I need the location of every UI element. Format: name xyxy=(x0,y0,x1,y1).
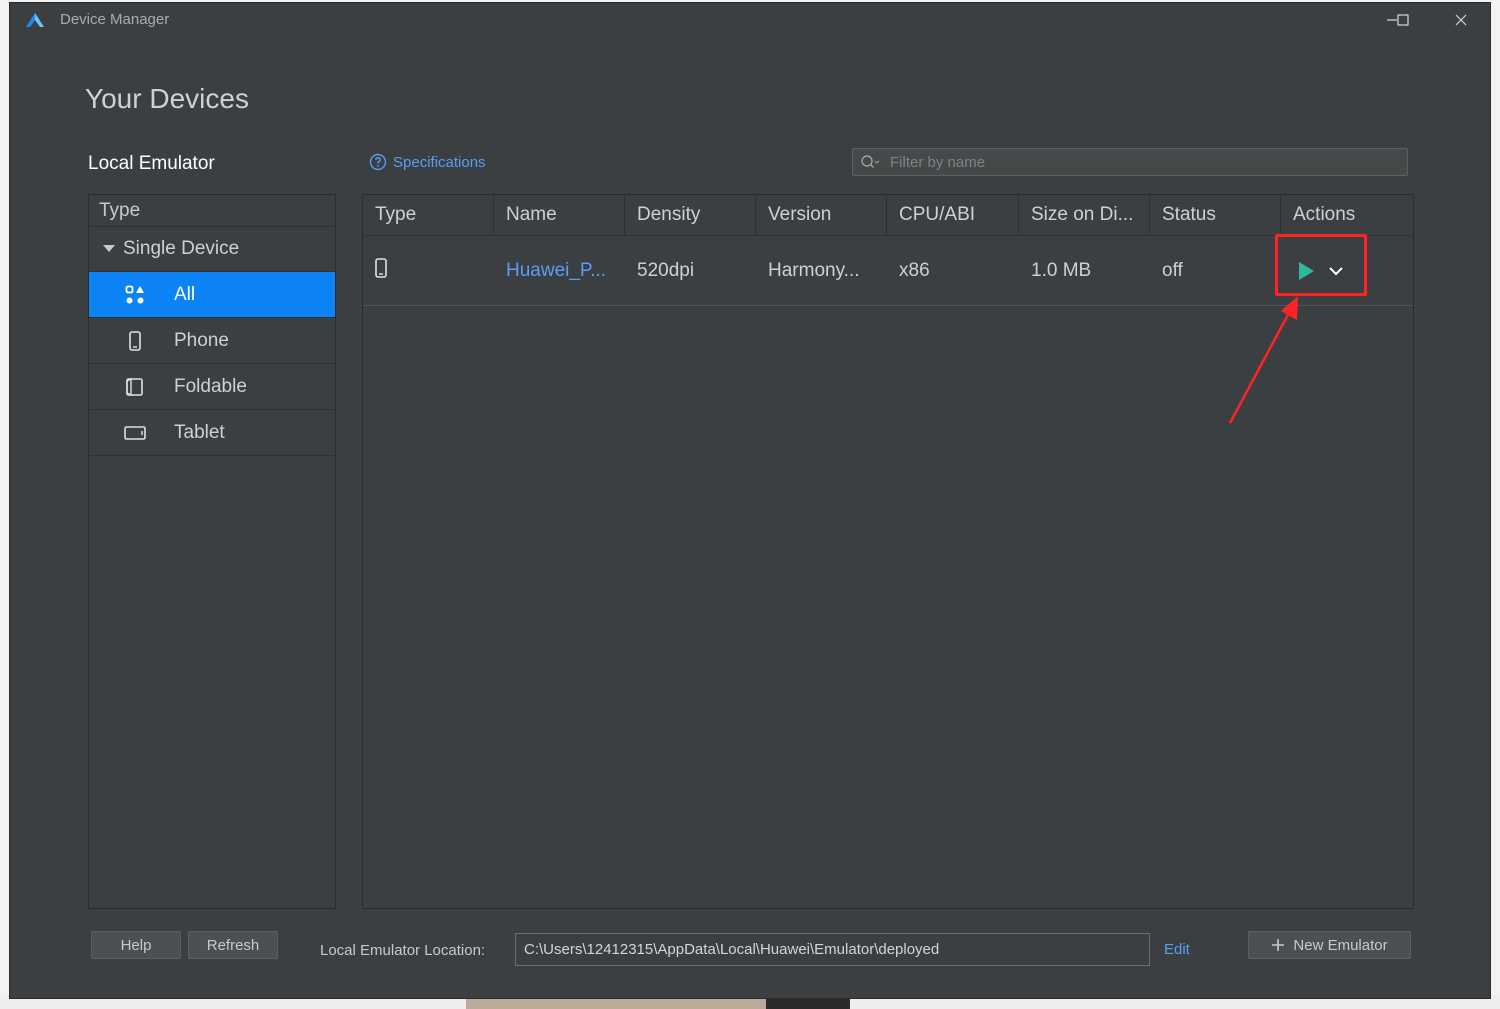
table-header: Type Name Density Version CPU/ABI Size o… xyxy=(363,195,1413,236)
table-row[interactable]: Huawei_P... 520dpi Harmony... x86 1.0 MB… xyxy=(363,236,1413,306)
grid-shapes-icon xyxy=(125,285,144,303)
new-emulator-button[interactable]: New Emulator xyxy=(1248,931,1411,959)
column-header-size[interactable]: Size on Di... xyxy=(1019,195,1150,235)
device-manager-window: Device Manager Your Devices Local Emulat… xyxy=(9,2,1491,999)
type-item-tablet[interactable]: Tablet xyxy=(89,410,335,456)
devices-table: Type Name Density Version CPU/ABI Size o… xyxy=(362,194,1414,909)
column-header-density[interactable]: Density xyxy=(625,195,756,235)
maximize-button-area[interactable] xyxy=(1374,3,1432,37)
single-device-label: Single Device xyxy=(123,238,240,259)
column-header-actions: Actions xyxy=(1293,204,1356,225)
help-button[interactable]: Help xyxy=(91,931,181,959)
device-type-cell xyxy=(363,257,494,284)
device-status: off xyxy=(1162,259,1183,281)
device-density: 520dpi xyxy=(637,259,695,281)
type-item-label: All xyxy=(174,283,196,305)
title-bar: Device Manager xyxy=(10,3,1490,37)
column-header-cpu-abi[interactable]: CPU/ABI xyxy=(887,195,1019,235)
play-icon xyxy=(1299,261,1314,280)
filter-input[interactable] xyxy=(888,152,1372,172)
foldable-icon xyxy=(126,377,143,396)
column-header-type[interactable]: Type xyxy=(363,195,494,235)
window-title: Device Manager xyxy=(60,11,170,28)
device-cpu-abi: x86 xyxy=(899,259,930,281)
refresh-button[interactable]: Refresh xyxy=(188,931,278,959)
tablet-icon xyxy=(124,425,146,440)
help-circle-icon xyxy=(369,153,387,171)
type-item-foldable[interactable]: Foldable xyxy=(89,364,335,410)
column-header-version[interactable]: Version xyxy=(756,195,887,235)
desktop-wallpaper-fragment xyxy=(466,999,766,1009)
close-icon xyxy=(1455,14,1467,26)
new-emulator-label: New Emulator xyxy=(1293,936,1388,954)
device-name[interactable]: Huawei_P... xyxy=(494,260,625,282)
specifications-link[interactable]: Specifications xyxy=(369,153,486,171)
page-title: Your Devices xyxy=(85,83,249,114)
specifications-label: Specifications xyxy=(393,153,486,171)
phone-icon xyxy=(375,257,387,278)
app-logo-icon xyxy=(26,13,44,27)
edit-location-link[interactable]: Edit xyxy=(1164,941,1190,958)
device-actions xyxy=(1281,261,1413,281)
maximize-icon xyxy=(1397,14,1409,26)
single-device-group[interactable]: Single Device xyxy=(89,227,335,272)
filter-field[interactable] xyxy=(852,148,1408,176)
column-header-status[interactable]: Status xyxy=(1150,195,1281,235)
type-item-label: Phone xyxy=(174,329,229,351)
type-item-all[interactable]: All xyxy=(89,272,335,318)
type-panel-header: Type xyxy=(89,195,335,227)
caret-down-icon xyxy=(103,245,115,252)
location-label: Local Emulator Location: xyxy=(320,942,486,959)
column-header-name[interactable]: Name xyxy=(494,195,625,235)
plus-icon xyxy=(1272,939,1285,951)
search-icon xyxy=(861,155,880,168)
local-emulator-title: Local Emulator xyxy=(88,153,215,174)
device-version: Harmony... xyxy=(768,259,860,281)
taskbar-fragment xyxy=(766,999,850,1009)
device-size: 1.0 MB xyxy=(1031,259,1092,281)
more-actions-button[interactable] xyxy=(1329,266,1343,276)
chevron-down-icon xyxy=(1329,266,1343,275)
device-type-panel: Type Single Device All Phone Foldable Ta… xyxy=(88,194,336,909)
run-emulator-button[interactable] xyxy=(1297,261,1315,281)
close-button[interactable] xyxy=(1432,3,1490,37)
type-item-label: Tablet xyxy=(174,421,225,443)
type-item-phone[interactable]: Phone xyxy=(89,318,335,364)
type-item-label: Foldable xyxy=(174,375,247,397)
location-input[interactable] xyxy=(515,933,1150,966)
phone-icon xyxy=(129,330,141,351)
